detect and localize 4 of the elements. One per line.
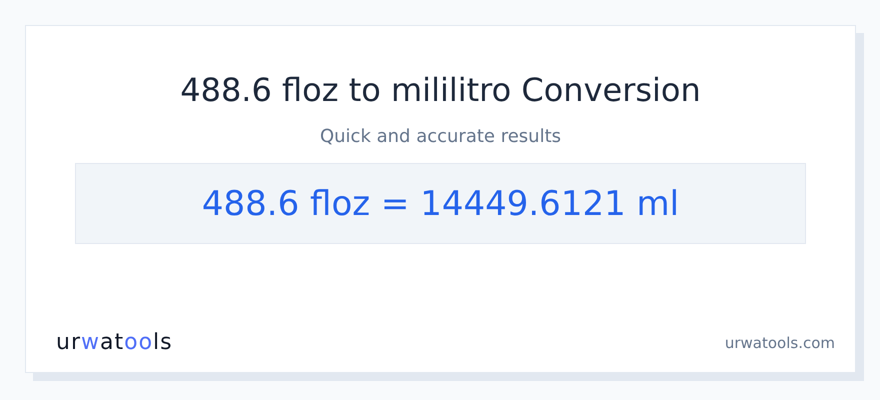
logo: urwatools: [56, 330, 173, 355]
result-panel: 488.6 floz = 14449.6121 ml: [75, 163, 806, 244]
page-title: 488.6 floz to mililitro Conversion: [180, 70, 701, 111]
subtitle: Quick and accurate results: [320, 126, 562, 147]
